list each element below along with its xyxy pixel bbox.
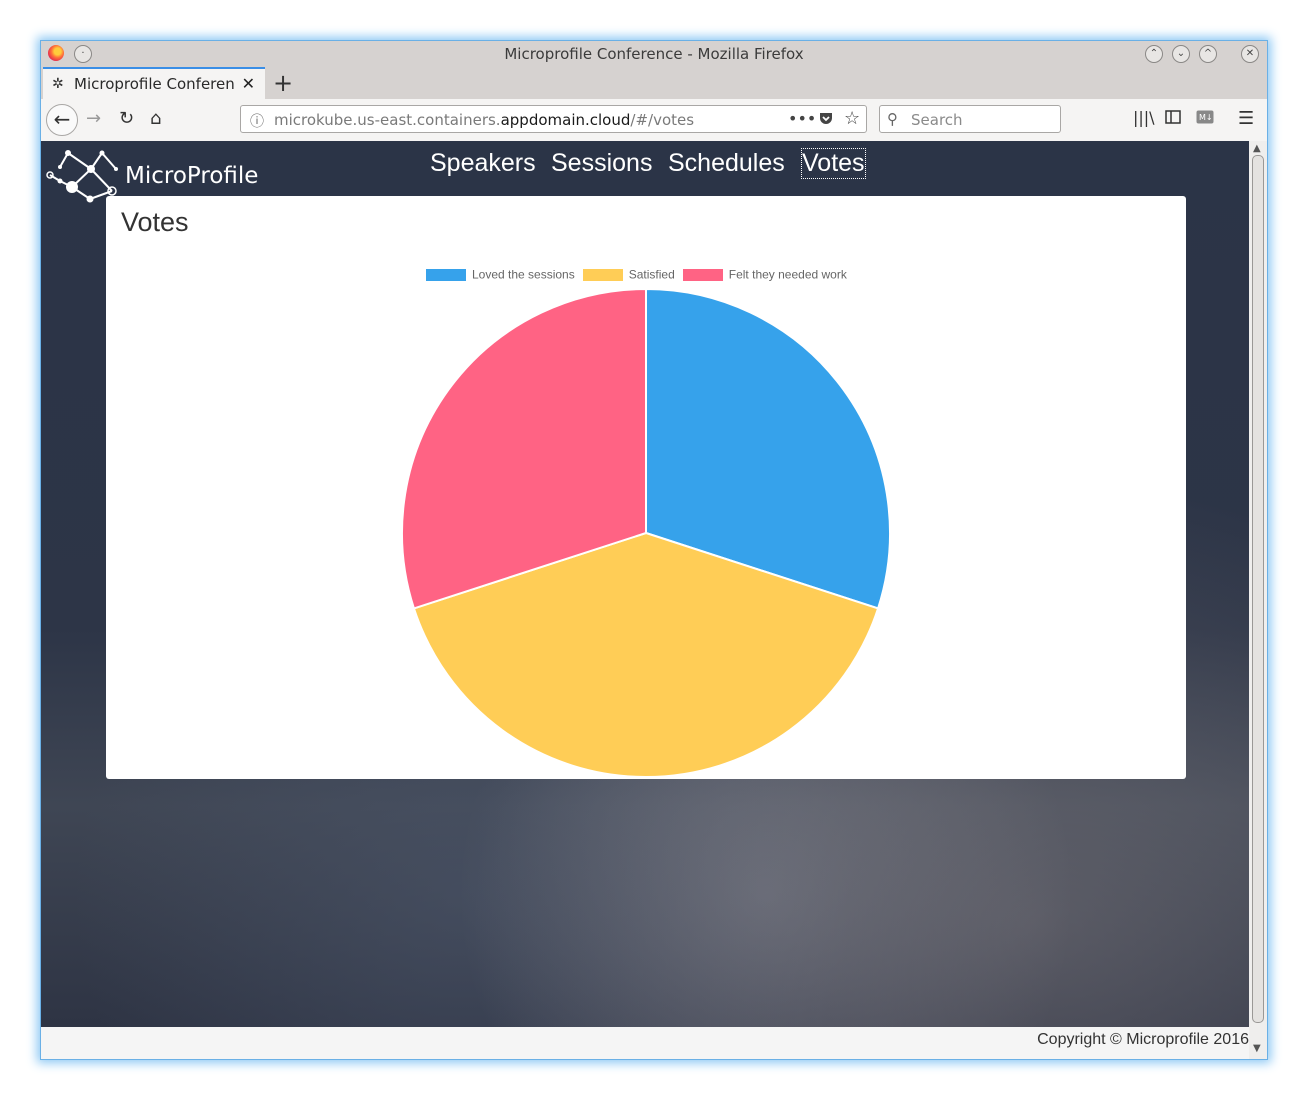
nav-speakers[interactable]: Speakers xyxy=(430,149,536,178)
window-title: Microprofile Conference - Mozilla Firefo… xyxy=(504,45,804,63)
extension-icon[interactable]: M↓ xyxy=(1196,108,1214,129)
maximize-button[interactable]: ^ xyxy=(1199,45,1217,63)
browser-window: · Microprofile Conference - Mozilla Fire… xyxy=(40,40,1268,1060)
nav-sessions[interactable]: Sessions xyxy=(551,149,652,178)
title-bar: · Microprofile Conference - Mozilla Fire… xyxy=(41,41,1267,67)
minimize-button[interactable]: ⌄ xyxy=(1172,45,1190,63)
page-viewport: MicroProfile Speakers Sessions Schedules… xyxy=(41,141,1249,1027)
home-icon[interactable]: ⌂ xyxy=(150,108,161,129)
page-actions-icon[interactable]: ••• xyxy=(788,109,816,128)
tab-bar: ✲ Microprofile Conference ✕ + xyxy=(41,67,1267,99)
tab-close-icon[interactable]: ✕ xyxy=(242,74,255,93)
keep-above-button[interactable]: ⌃ xyxy=(1145,45,1163,63)
navigation-toolbar: ← → ↻ ⌂ ⓘ microkube.us-east.containers.a… xyxy=(41,99,1267,142)
page-footer: Copyright © Microprofile 2016 xyxy=(41,1027,1249,1059)
url-bar[interactable]: ⓘ microkube.us-east.containers.appdomain… xyxy=(240,105,867,133)
microprofile-logo-icon xyxy=(46,150,118,203)
brand-name: MicroProfile xyxy=(125,163,259,189)
nav-votes[interactable]: Votes xyxy=(801,148,866,179)
forward-arrow-icon[interactable]: → xyxy=(86,108,101,129)
pocket-icon[interactable] xyxy=(818,110,834,130)
search-input[interactable]: ⚲ Search xyxy=(879,105,1061,133)
info-icon[interactable]: ⓘ xyxy=(250,111,264,131)
hamburger-menu-icon[interactable]: ☰ xyxy=(1238,108,1254,129)
microprofile-favicon-icon: ✲ xyxy=(52,76,64,92)
vertical-scrollbar[interactable]: ▲ ▼ xyxy=(1249,141,1267,1059)
svg-text:M↓: M↓ xyxy=(1199,113,1213,122)
tab-microprofile[interactable]: ✲ Microprofile Conference ✕ xyxy=(43,67,265,99)
scrollbar-thumb[interactable] xyxy=(1252,155,1264,1023)
star-icon[interactable]: ☆ xyxy=(844,108,860,129)
reload-icon[interactable]: ↻ xyxy=(119,108,134,129)
library-icon[interactable]: |||\ xyxy=(1133,108,1155,127)
votes-panel: Votes Loved the sessions Satisfied Felt th… xyxy=(106,196,1186,779)
close-window-button[interactable]: ✕ xyxy=(1241,45,1259,63)
nav-schedules[interactable]: Schedules xyxy=(668,149,785,178)
copyright-text: Copyright © Microprofile 2016 xyxy=(1037,1031,1249,1048)
back-arrow-icon[interactable]: ← xyxy=(46,104,78,136)
tab-label: Microprofile Conference xyxy=(74,75,234,93)
search-icon: ⚲ xyxy=(887,110,898,128)
url-text[interactable]: microkube.us-east.containers.appdomain.c… xyxy=(274,111,694,129)
search-placeholder: Search xyxy=(911,111,963,129)
votes-pie-chart xyxy=(401,287,891,779)
scroll-up-icon[interactable]: ▲ xyxy=(1253,143,1261,154)
new-tab-button[interactable]: + xyxy=(273,69,293,97)
scroll-down-icon[interactable]: ▼ xyxy=(1253,1043,1261,1054)
sidebar-icon[interactable] xyxy=(1165,108,1181,129)
